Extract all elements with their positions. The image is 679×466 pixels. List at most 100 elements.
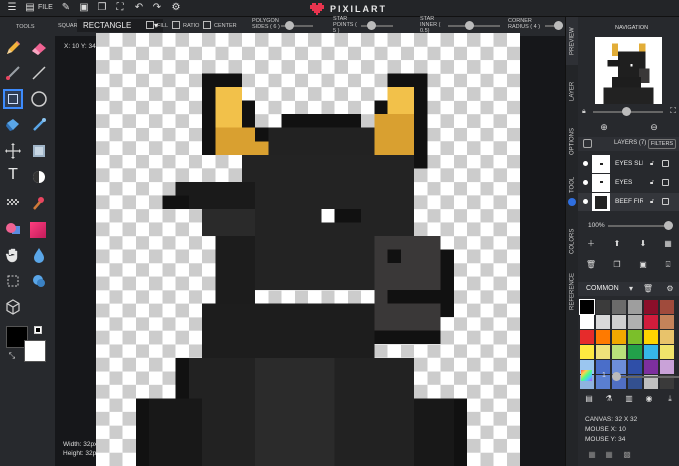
layer-lock-icon[interactable]: 🔓︎ xyxy=(646,196,658,208)
bucket-fill-icon[interactable] xyxy=(4,116,22,134)
move-layer-up-icon[interactable]: ⬆ xyxy=(611,238,623,250)
palette-swatch[interactable] xyxy=(660,300,674,314)
fullscreen-icon[interactable]: ⛶ xyxy=(114,2,126,14)
filters-button[interactable]: FILTERS xyxy=(648,139,676,149)
palette-swatch[interactable] xyxy=(579,299,595,315)
fit-screen-icon[interactable]: ⛶ xyxy=(667,105,679,117)
flask-icon[interactable]: ⚗ xyxy=(603,393,615,405)
duplicate-layer-icon[interactable]: ❐ xyxy=(611,259,623,271)
blur-drop-icon[interactable] xyxy=(30,246,48,264)
brush-size-slider[interactable] xyxy=(613,376,679,378)
swap-colors-icon[interactable] xyxy=(34,326,42,334)
pencil-settings-icon[interactable]: ✎ xyxy=(60,2,72,14)
palette-swatch[interactable] xyxy=(660,315,674,329)
settings-icon[interactable]: ⚙ xyxy=(170,2,182,14)
undo-icon[interactable]: ↶ xyxy=(133,2,145,14)
layer-row-selected[interactable]: BEEF FIR 🔓︎ xyxy=(578,193,679,211)
layer-visibility-icon[interactable] xyxy=(583,161,588,166)
merge-layer-icon[interactable]: ▦ xyxy=(662,238,674,250)
brush-icon[interactable] xyxy=(4,64,22,82)
text-tool-icon[interactable]: T xyxy=(5,167,21,185)
crop-icon[interactable] xyxy=(4,272,22,290)
layer-visibility-icon[interactable] xyxy=(583,199,588,204)
layer-lock-icon[interactable]: 🔓︎ xyxy=(646,158,658,170)
secondary-color-swatch[interactable] xyxy=(24,340,46,362)
layer-row[interactable]: EYES SLEEP 🔓︎ xyxy=(578,155,679,173)
doc-icon[interactable]: ▥ xyxy=(623,393,635,405)
move-icon[interactable] xyxy=(4,142,22,160)
gradient-icon[interactable] xyxy=(30,222,46,238)
shape-tool-icon[interactable] xyxy=(4,220,22,238)
palette-swatch[interactable] xyxy=(580,330,594,344)
color-picker-icon[interactable] xyxy=(581,370,592,381)
layer-opacity-knob[interactable] xyxy=(664,221,673,230)
export-icon[interactable]: ▤ xyxy=(583,393,595,405)
palette-swatch[interactable] xyxy=(596,300,610,314)
add-layer-icon[interactable]: ＋ xyxy=(585,238,597,250)
layer-opacity-slider[interactable] xyxy=(608,225,668,227)
palette-name[interactable]: COMMON xyxy=(586,285,619,292)
palette-swatch[interactable] xyxy=(612,300,626,314)
palette-swatch[interactable] xyxy=(628,315,642,329)
palette-swatch[interactable] xyxy=(644,360,658,374)
palette-swatch[interactable] xyxy=(596,345,610,359)
ellipse-icon[interactable] xyxy=(30,90,48,108)
menu-icon[interactable]: ☰ xyxy=(6,2,18,14)
hand-icon[interactable] xyxy=(4,246,22,264)
zoom-in-icon[interactable]: ⊕ xyxy=(598,121,610,133)
layer-options-icon[interactable] xyxy=(662,160,669,167)
palette-swatch[interactable] xyxy=(628,360,642,374)
cube-icon[interactable] xyxy=(4,298,22,316)
palette-swatch[interactable] xyxy=(628,300,642,314)
palette-swatch[interactable] xyxy=(596,330,610,344)
dither-icon[interactable] xyxy=(4,194,22,212)
stamp-icon[interactable] xyxy=(30,194,48,212)
star-points-slider[interactable] xyxy=(361,25,393,27)
palette-swatch[interactable] xyxy=(644,300,658,314)
polygon-sides-knob[interactable] xyxy=(285,21,294,30)
navigation-preview[interactable] xyxy=(595,37,662,104)
layer-image-icon[interactable]: ▣ xyxy=(637,259,649,271)
corner-radius-knob[interactable] xyxy=(554,21,563,30)
file-menu-icon[interactable]: ▤ xyxy=(24,2,36,14)
swap-arrow-icon[interactable]: ⤡ xyxy=(6,350,18,362)
palette-settings-icon[interactable]: ⚙ xyxy=(664,283,676,295)
record-icon[interactable]: ◉ xyxy=(643,393,655,405)
grid-alt-icon[interactable]: ▦ xyxy=(603,449,615,461)
layer-row[interactable]: EYES 🔓︎ xyxy=(578,174,679,192)
line-icon[interactable] xyxy=(30,64,48,82)
palette-swatch[interactable] xyxy=(628,330,642,344)
center-checkbox[interactable] xyxy=(203,21,211,29)
fill-checkbox[interactable] xyxy=(146,21,154,29)
palette-swatch[interactable] xyxy=(660,330,674,344)
palette-swatch[interactable] xyxy=(644,315,658,329)
grid-toggle-icon[interactable]: ▦ xyxy=(586,449,598,461)
layer-visibility-icon[interactable] xyxy=(583,180,588,185)
lighten-icon[interactable] xyxy=(30,168,48,186)
redo-icon[interactable]: ↷ xyxy=(151,2,163,14)
download-icon[interactable]: ⤓ xyxy=(664,393,676,405)
delete-layer-icon[interactable]: 🗑︎ xyxy=(585,259,597,271)
smudge-icon[interactable] xyxy=(30,272,48,290)
layer-options-icon[interactable] xyxy=(662,179,669,186)
palette-swatch[interactable] xyxy=(596,315,610,329)
eyedropper-icon[interactable] xyxy=(30,116,48,134)
pixel-canvas[interactable] xyxy=(96,33,520,466)
new-document-icon[interactable]: ❐ xyxy=(96,2,108,14)
move-layer-down-icon[interactable]: ⬇ xyxy=(637,238,649,250)
palette-swatch[interactable] xyxy=(660,345,674,359)
palette-swatch[interactable] xyxy=(612,315,626,329)
pixel-grid-icon[interactable]: ▩ xyxy=(621,449,633,461)
lock-icon[interactable]: 🔒︎ xyxy=(582,108,586,116)
layer-settings-icon[interactable] xyxy=(583,139,592,148)
zoom-slider-knob[interactable] xyxy=(622,107,631,116)
layer-options-icon[interactable] xyxy=(662,198,669,205)
palette-swatch[interactable] xyxy=(580,315,594,329)
rectangle-tool-active[interactable] xyxy=(3,89,23,109)
select-icon[interactable] xyxy=(30,142,48,160)
star-inner-slider[interactable] xyxy=(448,25,500,27)
palette-swatch[interactable] xyxy=(644,345,658,359)
ratio-checkbox[interactable] xyxy=(172,21,180,29)
palette-swatch[interactable] xyxy=(580,345,594,359)
palette-swatch[interactable] xyxy=(644,330,658,344)
